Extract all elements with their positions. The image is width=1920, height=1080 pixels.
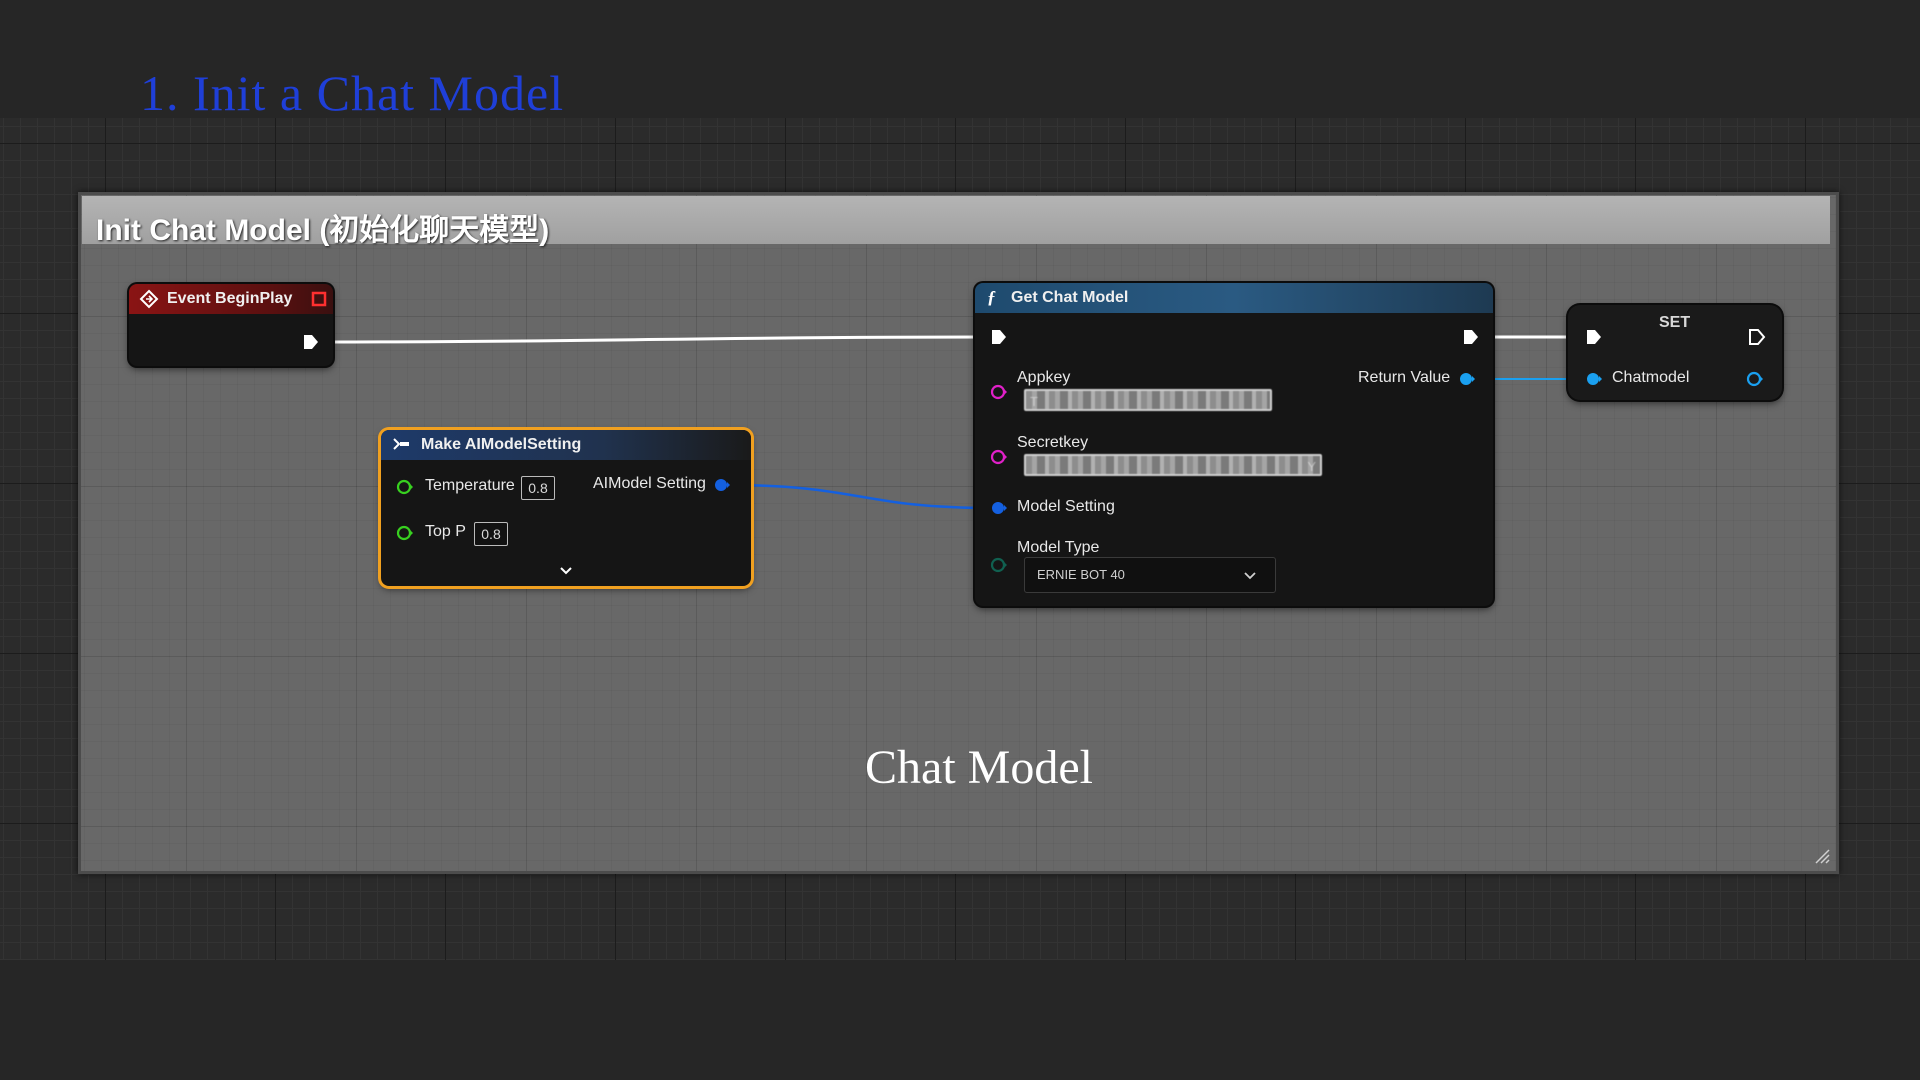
appkey-pin[interactable] bbox=[990, 383, 1008, 401]
function-icon: ƒ bbox=[987, 287, 996, 307]
make-struct-icon bbox=[393, 438, 409, 450]
set-node[interactable]: SET Chatmodel bbox=[1568, 305, 1782, 400]
model-type-value: ERNIE BOT 40 bbox=[1037, 567, 1125, 582]
event-beginplay-header[interactable]: Event BeginPlay bbox=[129, 284, 333, 314]
model-setting-pin[interactable] bbox=[990, 499, 1008, 517]
graph-wires bbox=[325, 335, 1590, 510]
delegate-pin-icon[interactable] bbox=[309, 289, 329, 309]
secretkey-label: Secretkey bbox=[1017, 434, 1089, 451]
return-value-label: Return Value bbox=[1358, 369, 1451, 386]
aimodel-setting-output-label: AIModel Setting bbox=[593, 475, 706, 492]
aimodel-setting-output-pin[interactable] bbox=[713, 476, 731, 494]
top-p-input[interactable]: 0.8 bbox=[474, 522, 508, 546]
temperature-input[interactable]: 0.8 bbox=[521, 476, 555, 500]
get-chat-model-exec-in-pin[interactable] bbox=[990, 328, 1008, 346]
get-chat-model-exec-out-pin[interactable] bbox=[1462, 328, 1480, 346]
chatmodel-label: Chatmodel bbox=[1612, 369, 1690, 386]
model-setting-label: Model Setting bbox=[1017, 498, 1115, 515]
secretkey-input[interactable]: Y bbox=[1024, 454, 1322, 476]
model-type-label: Model Type bbox=[1017, 539, 1100, 556]
return-value-pin[interactable] bbox=[1458, 370, 1476, 388]
top-p-label: Top P bbox=[425, 523, 466, 540]
event-icon bbox=[139, 289, 159, 309]
event-beginplay-exec-out-pin[interactable] bbox=[302, 333, 320, 351]
get-chat-model-node[interactable]: ƒ Get Chat Model Appkey T Secretkey Y Mo… bbox=[975, 283, 1493, 606]
chatmodel-input-pin[interactable] bbox=[1585, 370, 1603, 388]
make-aimodelsetting-title: Make AIModelSetting bbox=[421, 436, 582, 453]
secretkey-pin[interactable] bbox=[990, 448, 1008, 466]
struct-wire-setting-to-model-setting bbox=[726, 483, 993, 510]
model-type-pin[interactable] bbox=[990, 556, 1008, 574]
appkey-input[interactable]: T bbox=[1024, 389, 1272, 411]
chevron-down-icon bbox=[1244, 572, 1256, 580]
chatmodel-output-pin[interactable] bbox=[1746, 370, 1764, 388]
make-aimodelsetting-node[interactable]: Make AIModelSetting Temperature 0.8 Top … bbox=[381, 430, 751, 586]
appkey-label: Appkey bbox=[1017, 369, 1071, 386]
event-beginplay-title: Event BeginPlay bbox=[167, 290, 293, 307]
temperature-label: Temperature bbox=[425, 477, 515, 494]
expand-chevron-icon[interactable] bbox=[557, 562, 575, 580]
model-type-dropdown[interactable]: ERNIE BOT 40 bbox=[1024, 557, 1276, 593]
get-chat-model-header[interactable]: ƒ Get Chat Model bbox=[975, 283, 1493, 313]
temperature-pin[interactable] bbox=[396, 478, 414, 496]
make-aimodelsetting-header[interactable]: Make AIModelSetting bbox=[381, 430, 751, 460]
set-exec-in-pin[interactable] bbox=[1585, 328, 1603, 346]
set-title: SET bbox=[1659, 314, 1691, 331]
top-p-pin[interactable] bbox=[396, 524, 414, 542]
get-chat-model-title: Get Chat Model bbox=[1011, 289, 1129, 306]
exec-wire-beginplay-to-getchatmodel bbox=[325, 335, 986, 344]
set-exec-out-pin[interactable] bbox=[1748, 328, 1766, 346]
event-beginplay-node[interactable]: Event BeginPlay bbox=[129, 284, 333, 366]
